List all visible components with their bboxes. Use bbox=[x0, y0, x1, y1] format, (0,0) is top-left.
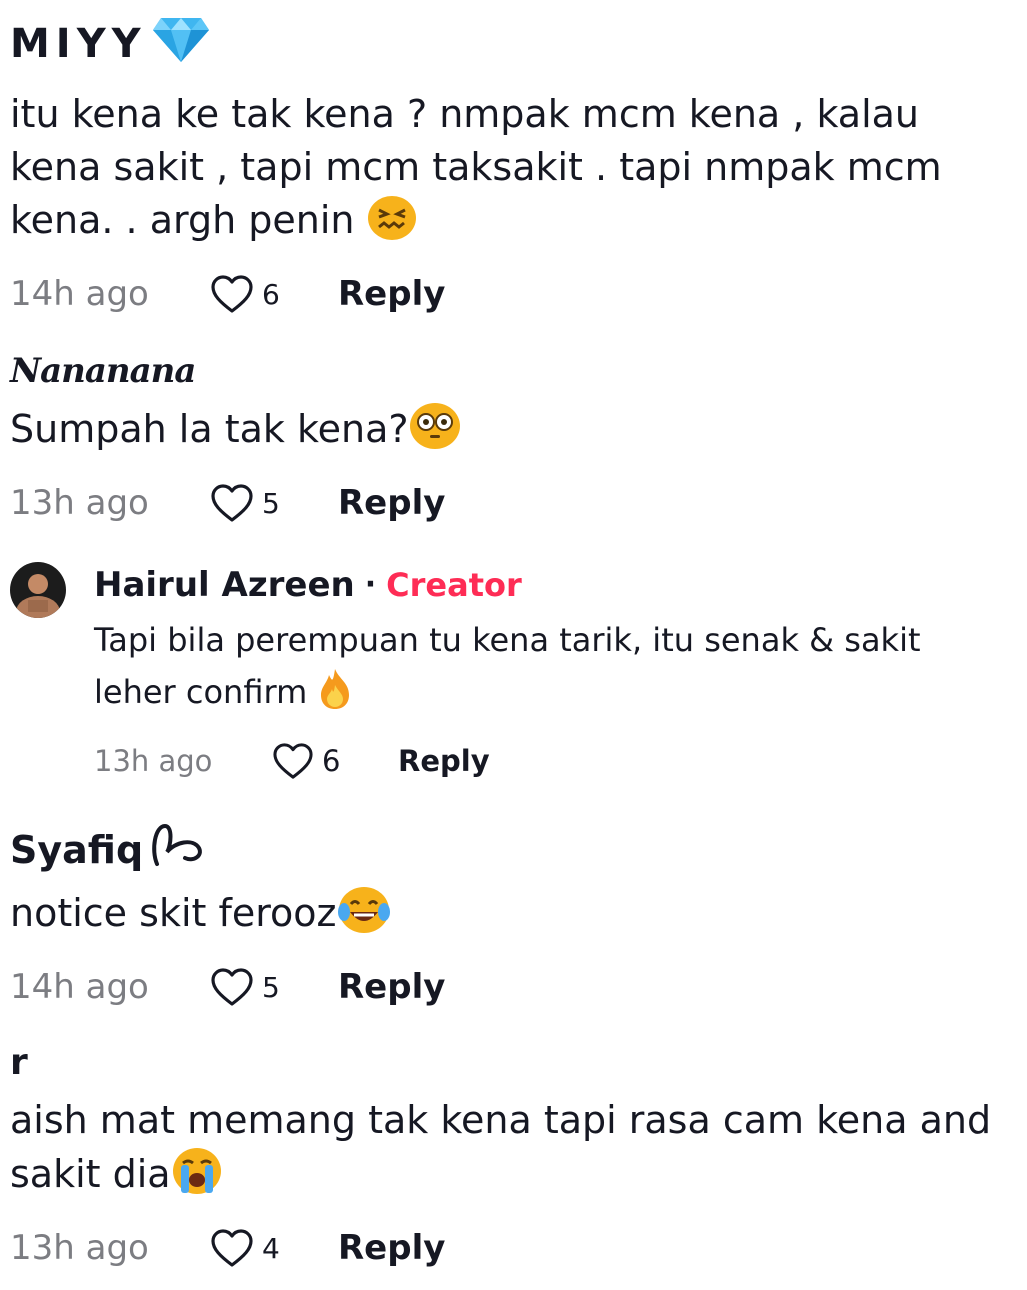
separator-dot: · bbox=[364, 567, 377, 602]
comment-text: notice skit ferooz bbox=[10, 886, 1000, 948]
comment-time: 13h ago bbox=[10, 483, 149, 523]
comment-item: r aish mat memang tak kena tapi rasa cam… bbox=[10, 1038, 1000, 1273]
comment-item: Syafiq notice skit ferooz 14h ago 5 Repl… bbox=[10, 820, 1000, 1012]
reply-username[interactable]: Hairul Azreen bbox=[94, 562, 355, 608]
like-count: 5 bbox=[262, 970, 280, 1004]
reply-time: 13h ago bbox=[94, 744, 213, 778]
like-count: 6 bbox=[322, 744, 341, 778]
like-count: 5 bbox=[262, 486, 280, 520]
heart-icon[interactable] bbox=[210, 1228, 254, 1268]
like-button[interactable]: 5 bbox=[210, 483, 338, 523]
comment-username[interactable]: Syafiq bbox=[10, 820, 1000, 880]
fire-icon bbox=[317, 667, 353, 726]
comment-text: itu kena ke tak kena ? nmpak mcm kena , … bbox=[10, 88, 1000, 255]
like-button[interactable]: 6 bbox=[210, 274, 338, 314]
reply-text: Tapi bila perempuan tu kena tarik, itu s… bbox=[94, 614, 994, 726]
reply-button[interactable]: Reply bbox=[338, 274, 445, 314]
heart-icon[interactable] bbox=[210, 274, 254, 314]
reply-button[interactable]: Reply bbox=[398, 744, 490, 778]
like-button[interactable]: 6 bbox=[272, 742, 398, 780]
like-count: 6 bbox=[262, 277, 280, 311]
heart-icon[interactable] bbox=[210, 483, 254, 523]
comment-username[interactable]: Nananana bbox=[10, 346, 1000, 396]
reply-button[interactable]: Reply bbox=[338, 1228, 445, 1268]
avatar[interactable] bbox=[10, 562, 66, 618]
comment-meta: 13h ago 5 Reply bbox=[10, 478, 1000, 528]
username-text[interactable]: r bbox=[10, 1038, 28, 1088]
diamond-icon bbox=[152, 14, 209, 74]
heart-icon[interactable] bbox=[272, 742, 314, 780]
comment-meta: 13h ago 4 Reply bbox=[10, 1223, 1000, 1273]
comment-meta: 14h ago 5 Reply bbox=[10, 962, 1000, 1012]
like-button[interactable]: 5 bbox=[210, 967, 338, 1007]
comment-meta: 14h ago 6 Reply bbox=[10, 269, 1000, 319]
username-text[interactable]: Nananana bbox=[10, 346, 196, 396]
reply-content: Hairul Azreen · Creator Tapi bila peremp… bbox=[94, 562, 994, 784]
like-count: 4 bbox=[262, 1231, 280, 1265]
reply-username-row: Hairul Azreen · Creator bbox=[94, 562, 994, 608]
reply-meta: 13h ago 6 Reply bbox=[94, 738, 994, 784]
reply-button[interactable]: Reply bbox=[338, 483, 445, 523]
smile-doodle-icon bbox=[149, 820, 205, 880]
username-text[interactable]: Syafiq bbox=[10, 825, 143, 875]
loudly-crying-face-icon bbox=[171, 1147, 223, 1209]
comment-time: 14h ago bbox=[10, 967, 149, 1007]
comment-username[interactable]: MIYY bbox=[10, 14, 1000, 74]
confounded-face-icon bbox=[367, 195, 417, 255]
tears-of-joy-icon bbox=[336, 886, 392, 948]
reply-button[interactable]: Reply bbox=[338, 967, 445, 1007]
comment-username[interactable]: r bbox=[10, 1038, 1000, 1088]
username-text[interactable]: MIYY bbox=[10, 19, 147, 69]
comment-text: aish mat memang tak kena tapi rasa cam k… bbox=[10, 1094, 1000, 1209]
like-button[interactable]: 4 bbox=[210, 1228, 338, 1268]
comment-item: Nananana Sumpah la tak kena? 13h ago 5 R… bbox=[10, 346, 1000, 528]
heart-icon[interactable] bbox=[210, 967, 254, 1007]
creator-badge: Creator bbox=[386, 566, 522, 604]
comment-time: 14h ago bbox=[10, 274, 149, 314]
comment-text: Sumpah la tak kena? bbox=[10, 402, 1000, 464]
flushed-face-icon bbox=[409, 402, 461, 464]
comment-item: MIYY itu kena ke tak kena ? nmpak mcm ke… bbox=[10, 14, 1000, 319]
comment-time: 13h ago bbox=[10, 1228, 149, 1268]
